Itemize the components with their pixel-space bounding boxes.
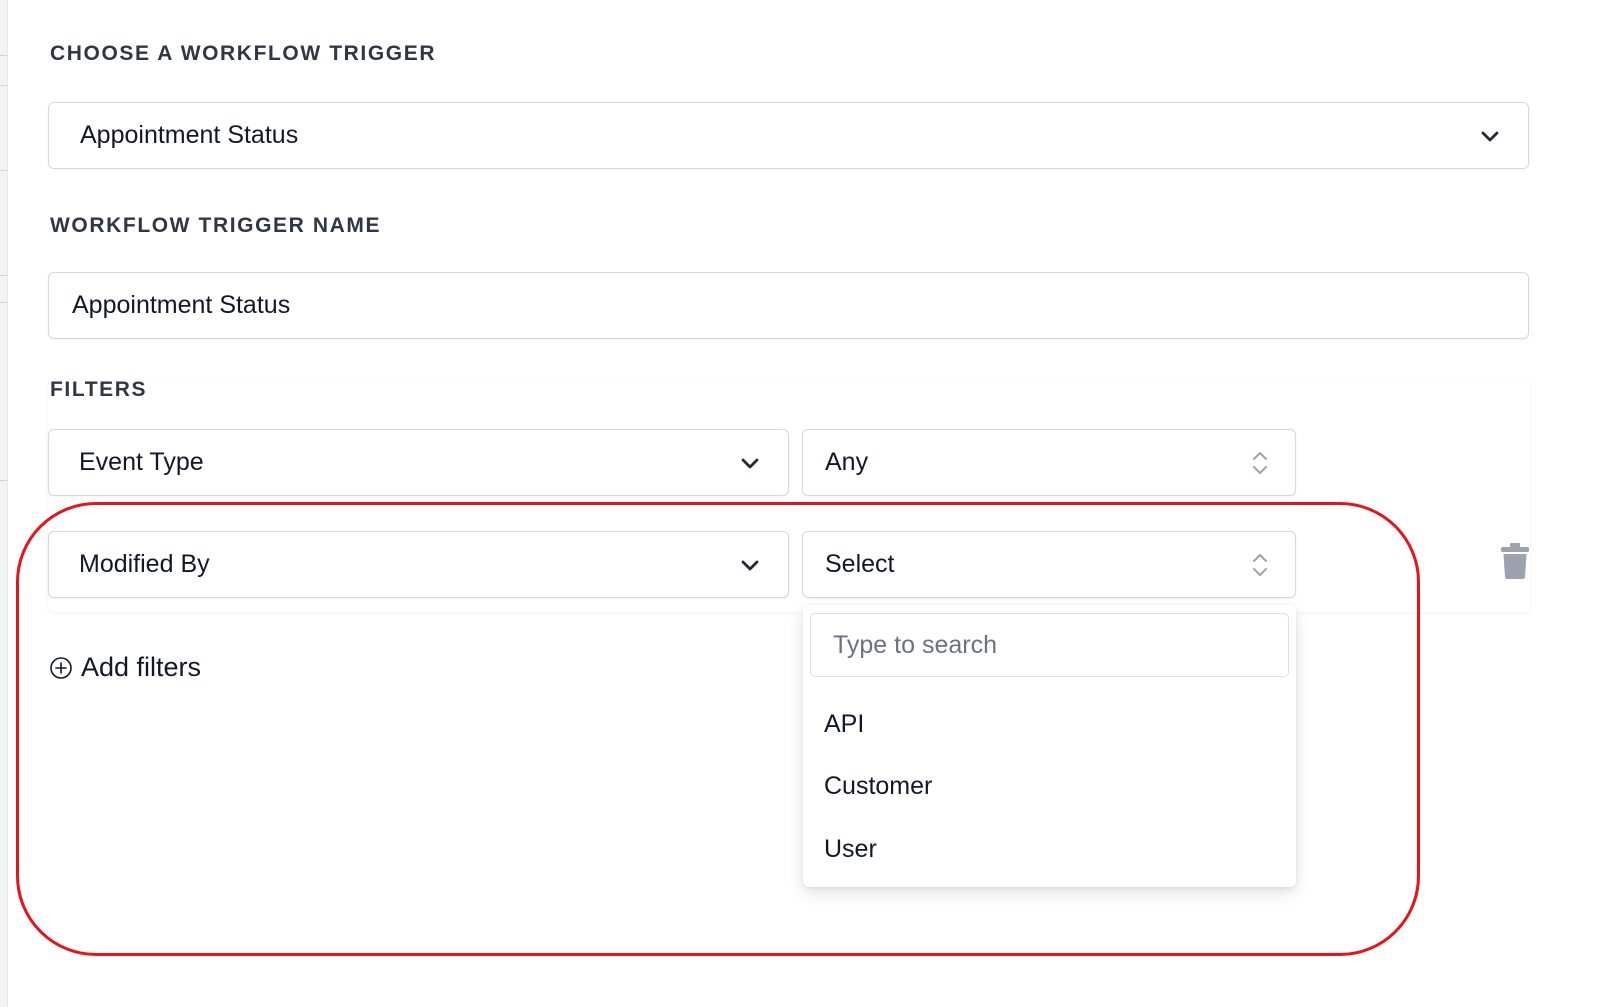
filter-field-select-event-type[interactable]: Event Type <box>48 429 789 496</box>
workflow-trigger-name-value: Appointment Status <box>72 291 291 319</box>
workflow-trigger-select[interactable]: Appointment Status <box>48 102 1529 169</box>
left-panel-edge <box>0 0 8 1007</box>
dropdown-option-user[interactable]: User <box>803 821 1296 877</box>
filter-field-value: Event Type <box>79 448 204 476</box>
filter-field-value: Modified By <box>79 550 210 578</box>
filter-field-select-modified-by[interactable]: Modified By <box>48 531 789 598</box>
add-filters-button[interactable]: Add filters <box>49 652 201 683</box>
value-dropdown-menu: API Customer User <box>803 605 1296 887</box>
chevron-down-icon <box>1481 131 1499 141</box>
trash-icon[interactable] <box>1500 543 1530 579</box>
workflow-trigger-name-input[interactable]: Appointment Status <box>48 272 1529 339</box>
dropdown-option-customer[interactable]: Customer <box>803 758 1296 814</box>
trigger-section-label: CHOOSE A WORKFLOW TRIGGER <box>50 42 437 65</box>
dropdown-option-api[interactable]: API <box>803 696 1296 752</box>
dropdown-search-input[interactable] <box>810 613 1289 677</box>
chevron-down-icon <box>741 458 759 468</box>
filter-value: Any <box>825 448 869 476</box>
workflow-trigger-value: Appointment Status <box>80 121 299 149</box>
up-down-chevrons-icon <box>1253 451 1267 474</box>
filters-label: FILTERS <box>50 378 148 401</box>
filter-value-select-modified-by[interactable]: Select <box>802 531 1296 598</box>
add-filters-label: Add filters <box>81 652 202 682</box>
filter-value-select-any[interactable]: Any <box>802 429 1296 496</box>
up-down-chevrons-icon <box>1253 553 1267 576</box>
filter-value: Select <box>825 550 895 578</box>
trigger-name-label: WORKFLOW TRIGGER NAME <box>50 214 382 237</box>
chevron-down-icon <box>741 560 759 570</box>
plus-circle-icon <box>50 656 72 679</box>
